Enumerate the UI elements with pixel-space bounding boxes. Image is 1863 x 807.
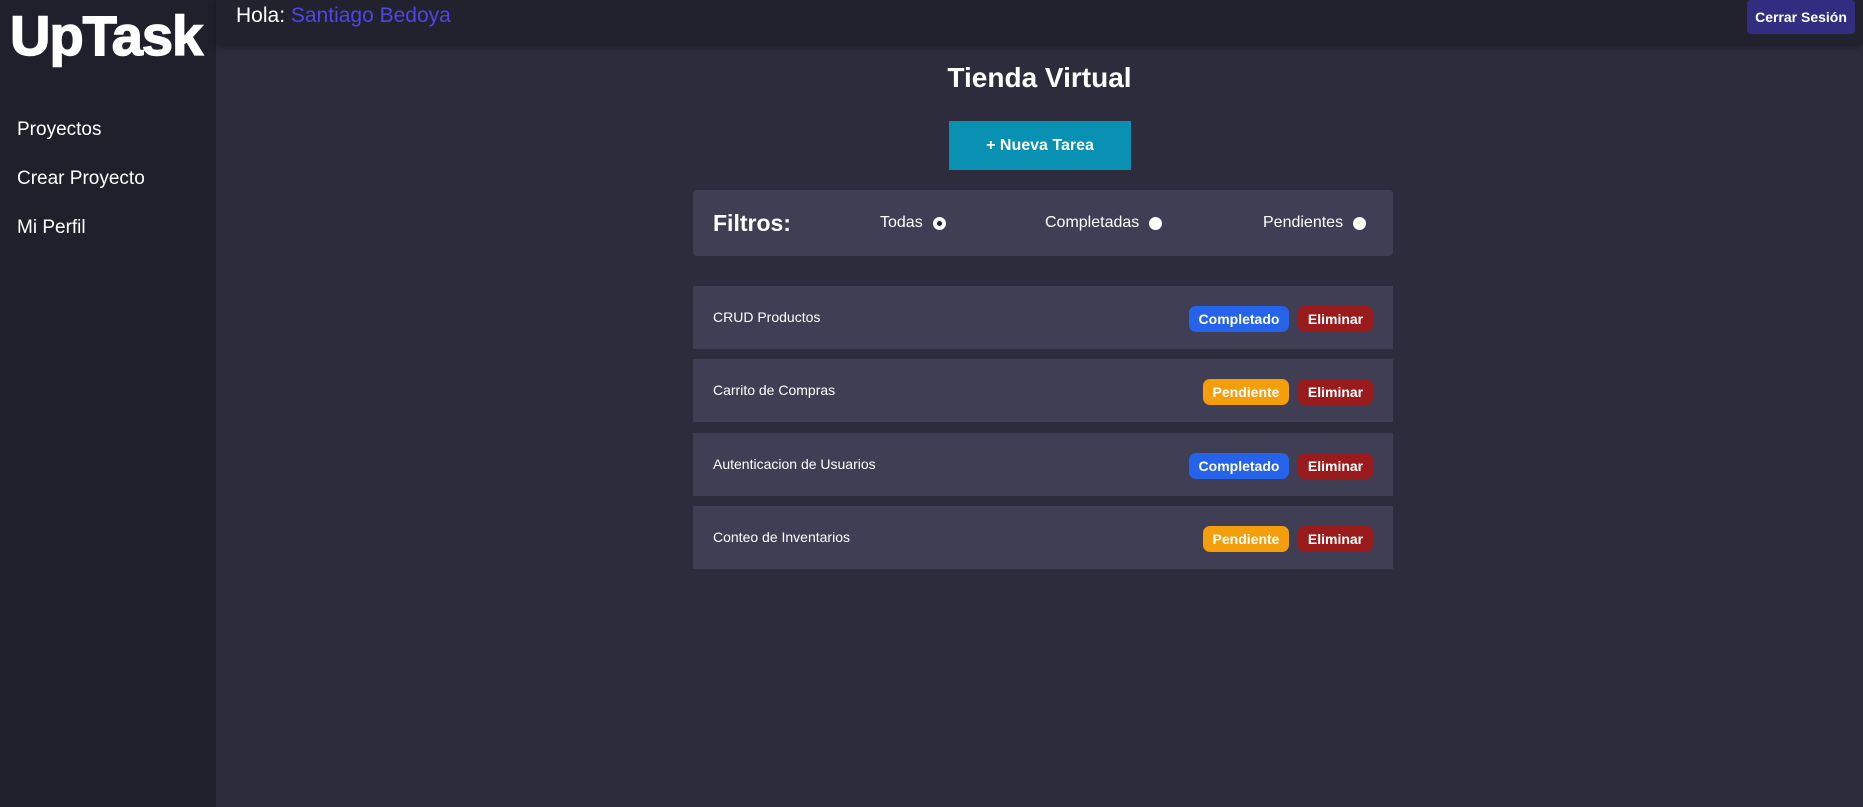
filters-title: Filtros: xyxy=(713,210,791,236)
app-logo: UpTask xyxy=(9,4,204,67)
top-bar: Hola: Santiago Bedoya Cerrar Sesión xyxy=(216,0,1863,45)
filter-completadas-radio[interactable] xyxy=(1149,216,1163,230)
filter-completadas[interactable]: Completadas xyxy=(1045,214,1163,232)
project-title: Tienda Virtual xyxy=(947,62,1132,93)
sidebar-item-mi-perfil[interactable]: Mi Perfil xyxy=(17,216,145,240)
task-item: Carrito de Compras Pendiente Eliminar xyxy=(693,359,1393,422)
task-delete-button[interactable]: Eliminar xyxy=(1298,453,1373,479)
task-delete-button[interactable]: Eliminar xyxy=(1298,379,1373,405)
main-content: Tienda Virtual + Nueva Tarea Filtros: To… xyxy=(216,45,1863,807)
sidebar-nav: Proyectos Crear Proyecto Mi Perfil xyxy=(17,118,145,265)
filter-pendientes-label: Pendientes xyxy=(1263,214,1344,231)
sidebar-item-crear-proyecto[interactable]: Crear Proyecto xyxy=(17,167,145,191)
sidebar-item-proyectos[interactable]: Proyectos xyxy=(17,118,145,142)
greeting: Hola: Santiago Bedoya xyxy=(236,4,451,28)
greeting-label: Hola: xyxy=(236,4,286,27)
filters-panel: Filtros: Todas Completadas Pendientes xyxy=(693,190,1393,256)
filter-todas[interactable]: Todas xyxy=(880,214,946,232)
sidebar: UpTask Proyectos Crear Proyecto Mi Perfi… xyxy=(0,0,216,807)
task-delete-button[interactable]: Eliminar xyxy=(1298,526,1373,552)
filter-completadas-label: Completadas xyxy=(1045,214,1140,231)
task-status-button[interactable]: Pendiente xyxy=(1203,526,1289,552)
task-name: Conteo de Inventarios xyxy=(713,529,850,545)
task-item: Autenticacion de Usuarios Completado Eli… xyxy=(693,433,1393,496)
user-name: Santiago Bedoya xyxy=(290,4,451,27)
task-name: Carrito de Compras xyxy=(713,382,836,398)
task-item: Conteo de Inventarios Pendiente Eliminar xyxy=(693,506,1393,569)
task-delete-button[interactable]: Eliminar xyxy=(1298,306,1373,332)
filter-todas-radio[interactable] xyxy=(932,216,946,230)
task-status-button[interactable]: Completado xyxy=(1189,453,1289,479)
task-name: CRUD Productos xyxy=(713,309,821,325)
logout-button[interactable]: Cerrar Sesión xyxy=(1747,0,1855,34)
filter-pendientes-radio[interactable] xyxy=(1353,216,1367,230)
filter-todas-label: Todas xyxy=(880,214,923,231)
new-task-button[interactable]: + Nueva Tarea xyxy=(949,121,1131,170)
filter-pendientes[interactable]: Pendientes xyxy=(1263,214,1367,232)
task-status-button[interactable]: Pendiente xyxy=(1203,379,1289,405)
task-name: Autenticacion de Usuarios xyxy=(713,456,876,472)
task-item: CRUD Productos Completado Eliminar xyxy=(693,286,1393,349)
task-status-button[interactable]: Completado xyxy=(1189,306,1289,332)
